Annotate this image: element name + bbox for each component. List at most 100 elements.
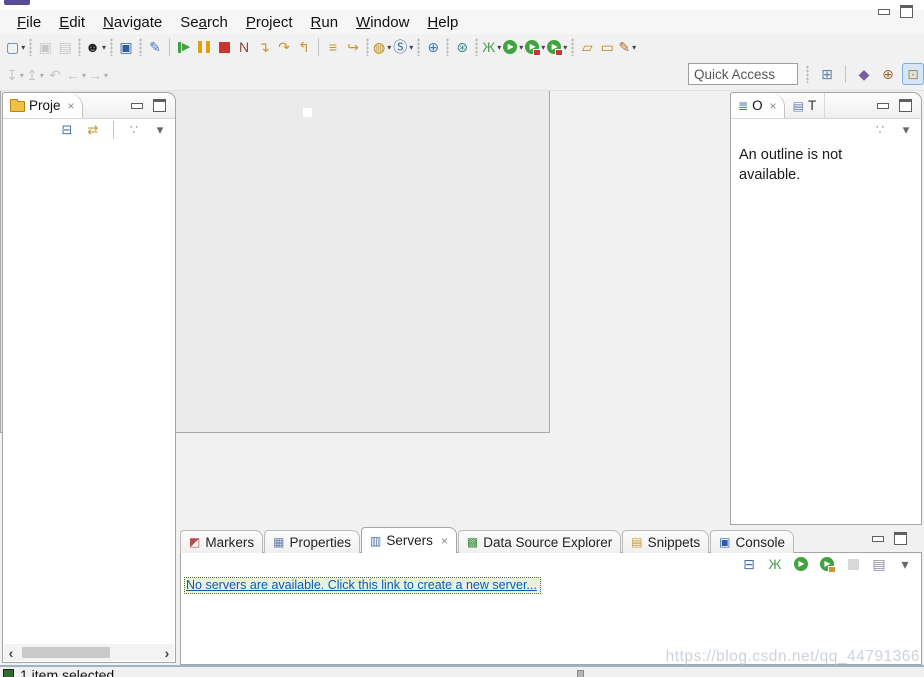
drop-to-frame-button[interactable]: ↪ [343, 37, 363, 57]
scroll-right-button[interactable]: › [160, 646, 174, 660]
tab-outline[interactable]: ≣ O × [731, 93, 785, 118]
task-list-icon: ▤ [793, 100, 804, 112]
step-over-button[interactable]: ↷ [274, 37, 294, 57]
tab-servers-icon: ▥ [370, 535, 381, 547]
toolbar-separator [571, 38, 574, 56]
maximize-button[interactable] [899, 99, 912, 112]
tab-markers[interactable]: ◩Markers [180, 530, 263, 553]
new-wizard-button[interactable]: ▢▾ [5, 37, 26, 57]
scroll-left-button[interactable]: ‹ [4, 646, 18, 660]
console-button[interactable]: ▣ [116, 37, 136, 57]
tab-label: Data Source Explorer [483, 535, 612, 550]
debug-button[interactable]: Ж▾ [481, 37, 502, 57]
next-annotation-button: ↧▾ [5, 65, 25, 85]
perspective-javaee-button[interactable]: ⊡ [902, 63, 924, 85]
back-button: ←▾ [65, 65, 87, 85]
run-button[interactable]: ▶▾ [502, 37, 524, 57]
new-web-project-button[interactable]: ◍▾ [372, 37, 392, 57]
menu-edit[interactable]: Edit [50, 12, 94, 33]
menu-run[interactable]: Run [302, 12, 348, 33]
publish-button[interactable]: ▤ [869, 555, 889, 573]
debug-server-button[interactable]: Ж [765, 555, 785, 573]
project-explorer-icon [10, 101, 25, 112]
tab-snippets[interactable]: ▤Snippets [622, 530, 709, 553]
view-menu-button[interactable]: ▾ [896, 121, 916, 138]
project-explorer-toolbar: ⊟ ⇄ ∵ ▾ [3, 119, 175, 140]
save-all-button: ▤ [55, 37, 75, 57]
menu-navigate[interactable]: Navigate [94, 12, 171, 33]
profile-button[interactable]: ▶▾ [546, 37, 568, 57]
navigation-toolbar: ↧▾↥▾↶←▾→▾ [5, 65, 109, 85]
suspend-button[interactable] [194, 37, 214, 57]
tab-console[interactable]: ▣Console [710, 530, 794, 553]
menu-help[interactable]: Help [418, 12, 467, 33]
status-icon [3, 669, 14, 677]
outline-message: An outline is not available. [731, 140, 887, 191]
save-button: ▣ [35, 37, 55, 57]
search-mark-button[interactable]: ✎▾ [617, 37, 637, 57]
tab-markers-icon: ◩ [189, 536, 200, 548]
menu-bar: FileEditNavigateSearchProjectRunWindowHe… [0, 10, 924, 34]
web-browser-button[interactable]: ⊕ [423, 37, 443, 57]
maximize-button[interactable] [153, 99, 166, 112]
horizontal-scrollbar[interactable]: ‹ › [4, 644, 174, 661]
tab-task-list[interactable]: ▤ T [785, 93, 826, 118]
stop-server-button [843, 555, 863, 573]
view-menu-dots-button[interactable]: ∵ [870, 121, 890, 138]
open-perspective-button[interactable]: ⊞ [817, 64, 837, 84]
tab-console-icon: ▣ [719, 536, 730, 548]
maximize-button[interactable] [894, 532, 907, 545]
minimize-button[interactable] [131, 103, 143, 109]
web-services-explorer-button[interactable]: ⊛ [452, 37, 472, 57]
minimize-button[interactable] [878, 9, 890, 15]
window-icon [4, 0, 30, 5]
toolbar-separator [29, 38, 32, 56]
resume-button[interactable]: ▶ [174, 37, 194, 57]
terminate-button[interactable] [214, 37, 234, 57]
view-menu-button[interactable]: ▾ [895, 555, 915, 573]
step-into-button[interactable]: ↴ [254, 37, 274, 57]
menu-search[interactable]: Search [171, 12, 237, 33]
open-resource-button[interactable]: ▭ [597, 37, 617, 57]
disconnect-button[interactable]: N [234, 37, 254, 57]
user-profile-button[interactable]: ☻▾ [84, 37, 107, 57]
toolbar-separator [845, 65, 846, 83]
profile-server-button[interactable]: ▶ [817, 555, 837, 573]
status-text: 1 item selected [20, 668, 114, 677]
view-menu-dots-button[interactable]: ∵ [124, 121, 144, 138]
tab-servers[interactable]: ▥Servers× [361, 527, 457, 553]
create-server-link[interactable]: No servers are available. Click this lin… [184, 577, 541, 594]
close-icon[interactable]: × [441, 534, 448, 548]
perspective-web-button[interactable]: ⊕ [878, 64, 898, 84]
tab-properties[interactable]: ▦Properties [264, 530, 360, 553]
project-explorer-content [3, 140, 175, 618]
pin-editor-button[interactable]: ✎ [145, 37, 165, 57]
perspective-debug-button[interactable]: ◆ [854, 64, 874, 84]
quick-access-input[interactable] [688, 63, 798, 85]
tab-project-explorer[interactable]: Proje × [3, 93, 83, 118]
start-server-button[interactable]: ▶ [791, 555, 811, 573]
close-icon[interactable]: × [770, 99, 777, 113]
collapse-all-button[interactable]: ⊟ [57, 121, 77, 138]
toolbar-separator [366, 38, 369, 56]
collapse-all-button[interactable]: ⊟ [739, 555, 759, 573]
minimize-button[interactable] [872, 536, 884, 542]
menu-project[interactable]: Project [237, 12, 302, 33]
new-servlet-button[interactable]: Ⓢ▾ [392, 37, 414, 57]
step-return-button[interactable]: ↰ [294, 37, 314, 57]
coverage-button[interactable]: ▶▾ [524, 37, 546, 57]
menu-file[interactable]: File [8, 12, 50, 33]
tab-data-source-explorer[interactable]: ▩Data Source Explorer [458, 530, 621, 553]
outline-tabrow: ≣ O × ▤ T [731, 93, 921, 119]
view-menu-button[interactable]: ▾ [150, 121, 170, 138]
toolbar-separator [806, 65, 809, 83]
use-step-filters-button[interactable]: ≡ [323, 37, 343, 57]
menu-window[interactable]: Window [347, 12, 418, 33]
tab-label: Properties [289, 535, 351, 550]
link-with-editor-button[interactable]: ⇄ [83, 121, 103, 138]
maximize-button[interactable] [900, 5, 913, 18]
close-icon[interactable]: × [68, 99, 75, 113]
open-type-button[interactable]: ▱ [577, 37, 597, 57]
scrollbar-thumb[interactable] [22, 647, 110, 658]
minimize-button[interactable] [877, 103, 889, 109]
